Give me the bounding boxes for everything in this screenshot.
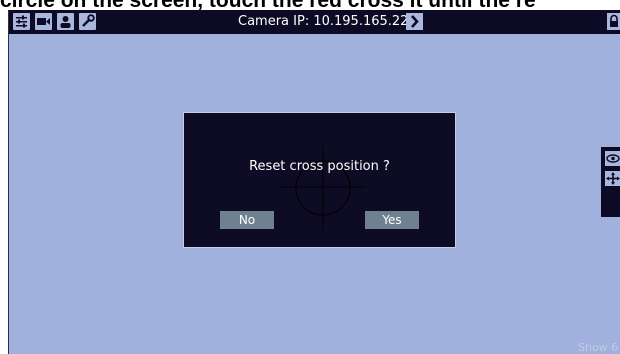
top-toolbar: Camera IP: 10.195.165.22 [9,10,620,34]
video-camera-icon[interactable] [35,13,52,30]
sliders-icon[interactable] [13,13,30,30]
wrench-icon[interactable] [79,13,96,30]
camera-screen: Camera IP: 10.195.165.22 Show 6 Reset cr… [8,10,620,354]
user-icon[interactable] [57,13,74,30]
eye-icon[interactable] [605,151,620,166]
instruction-text: circle on the screen, touch the red cros… [0,0,620,10]
move-arrows-icon[interactable] [605,171,620,186]
camera-ip-label: Camera IP: 10.195.165.22 [238,14,409,29]
no-button[interactable]: No [220,211,274,229]
yes-button[interactable]: Yes [365,211,419,229]
side-panel [601,147,620,217]
reset-cross-dialog: Reset cross position ? No Yes [183,112,456,248]
lock-icon[interactable] [607,13,620,30]
dialog-message: Reset cross position ? [249,159,390,174]
show-label: Show 6 [578,341,619,354]
chevron-right-icon[interactable] [406,13,423,30]
